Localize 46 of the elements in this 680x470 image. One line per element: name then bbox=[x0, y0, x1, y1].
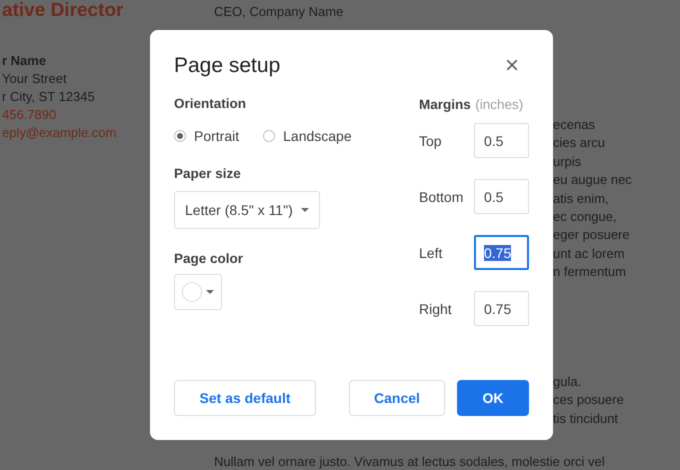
section-label: Orientation bbox=[174, 96, 248, 111]
page-color-picker[interactable] bbox=[174, 274, 222, 310]
body-text-line: gula. bbox=[553, 373, 582, 391]
margin-input[interactable]: 0.75 bbox=[474, 291, 529, 326]
ok-button[interactable]: OK bbox=[457, 380, 529, 416]
margin-label: Left bbox=[419, 244, 442, 260]
recipient-line: CEO, Company Name bbox=[214, 3, 344, 21]
unit-label: (inches) bbox=[475, 97, 524, 112]
close-button[interactable]: × bbox=[500, 54, 523, 78]
body-text-line: tis tincidunt bbox=[553, 410, 620, 428]
margin-label: Bottom bbox=[419, 188, 464, 204]
caret-icon bbox=[300, 208, 309, 212]
margin-input[interactable]: 0.5 bbox=[474, 179, 529, 214]
radio-label: Landscape bbox=[283, 128, 352, 144]
radio-label: Portrait bbox=[194, 128, 240, 144]
section-label: Paper size bbox=[174, 166, 242, 181]
margin-input[interactable]: 0.5 bbox=[474, 123, 529, 158]
body-text-line: n fermentum bbox=[553, 263, 627, 282]
body-text-line: eger posuere bbox=[553, 226, 631, 244]
body-text-line: urpis bbox=[553, 152, 582, 171]
body-text-line: ecenas bbox=[553, 116, 596, 134]
paper-size-dropdown[interactable]: Letter (8.5" x 11") bbox=[174, 191, 320, 229]
body-text-line: atis enim, bbox=[553, 190, 610, 208]
body-paragraph: Nullam vel ornare justo. Vivamus at lectus sodales, molestie orci vel bbox=[214, 453, 605, 470]
dialog-button[interactable]: Cancel bbox=[349, 380, 445, 416]
section-label: Page color bbox=[174, 251, 244, 266]
orientation-radio[interactable]: Landscape bbox=[263, 128, 352, 144]
orientation-radio[interactable]: Portrait bbox=[174, 128, 240, 144]
dialog-button[interactable]: Set as default bbox=[174, 380, 316, 416]
sender-line: Your Street bbox=[2, 70, 68, 88]
section-label: Margins bbox=[419, 97, 471, 112]
body-text-line: cies arcu bbox=[553, 134, 606, 152]
body-text-line: eu augue nec bbox=[553, 171, 632, 190]
sender-line: 456.7890 bbox=[2, 106, 58, 124]
body-text-line: ces posuere bbox=[553, 391, 624, 410]
sender-line: eply@example.com bbox=[2, 124, 118, 142]
body-text-line: unt ac lorem bbox=[553, 244, 626, 263]
margin-label: Top bbox=[419, 132, 442, 148]
caret-icon bbox=[206, 290, 214, 294]
sender-line: r City, ST 12345 bbox=[2, 88, 96, 106]
document-heading: ative Director bbox=[2, 0, 124, 22]
body-text-line: ec congue, bbox=[553, 208, 618, 226]
margin-input[interactable]: 0.75 bbox=[474, 235, 529, 270]
sender-line: r Name bbox=[2, 52, 48, 70]
dialog-title: Page setup bbox=[174, 54, 280, 78]
margin-label: Right bbox=[419, 300, 452, 316]
